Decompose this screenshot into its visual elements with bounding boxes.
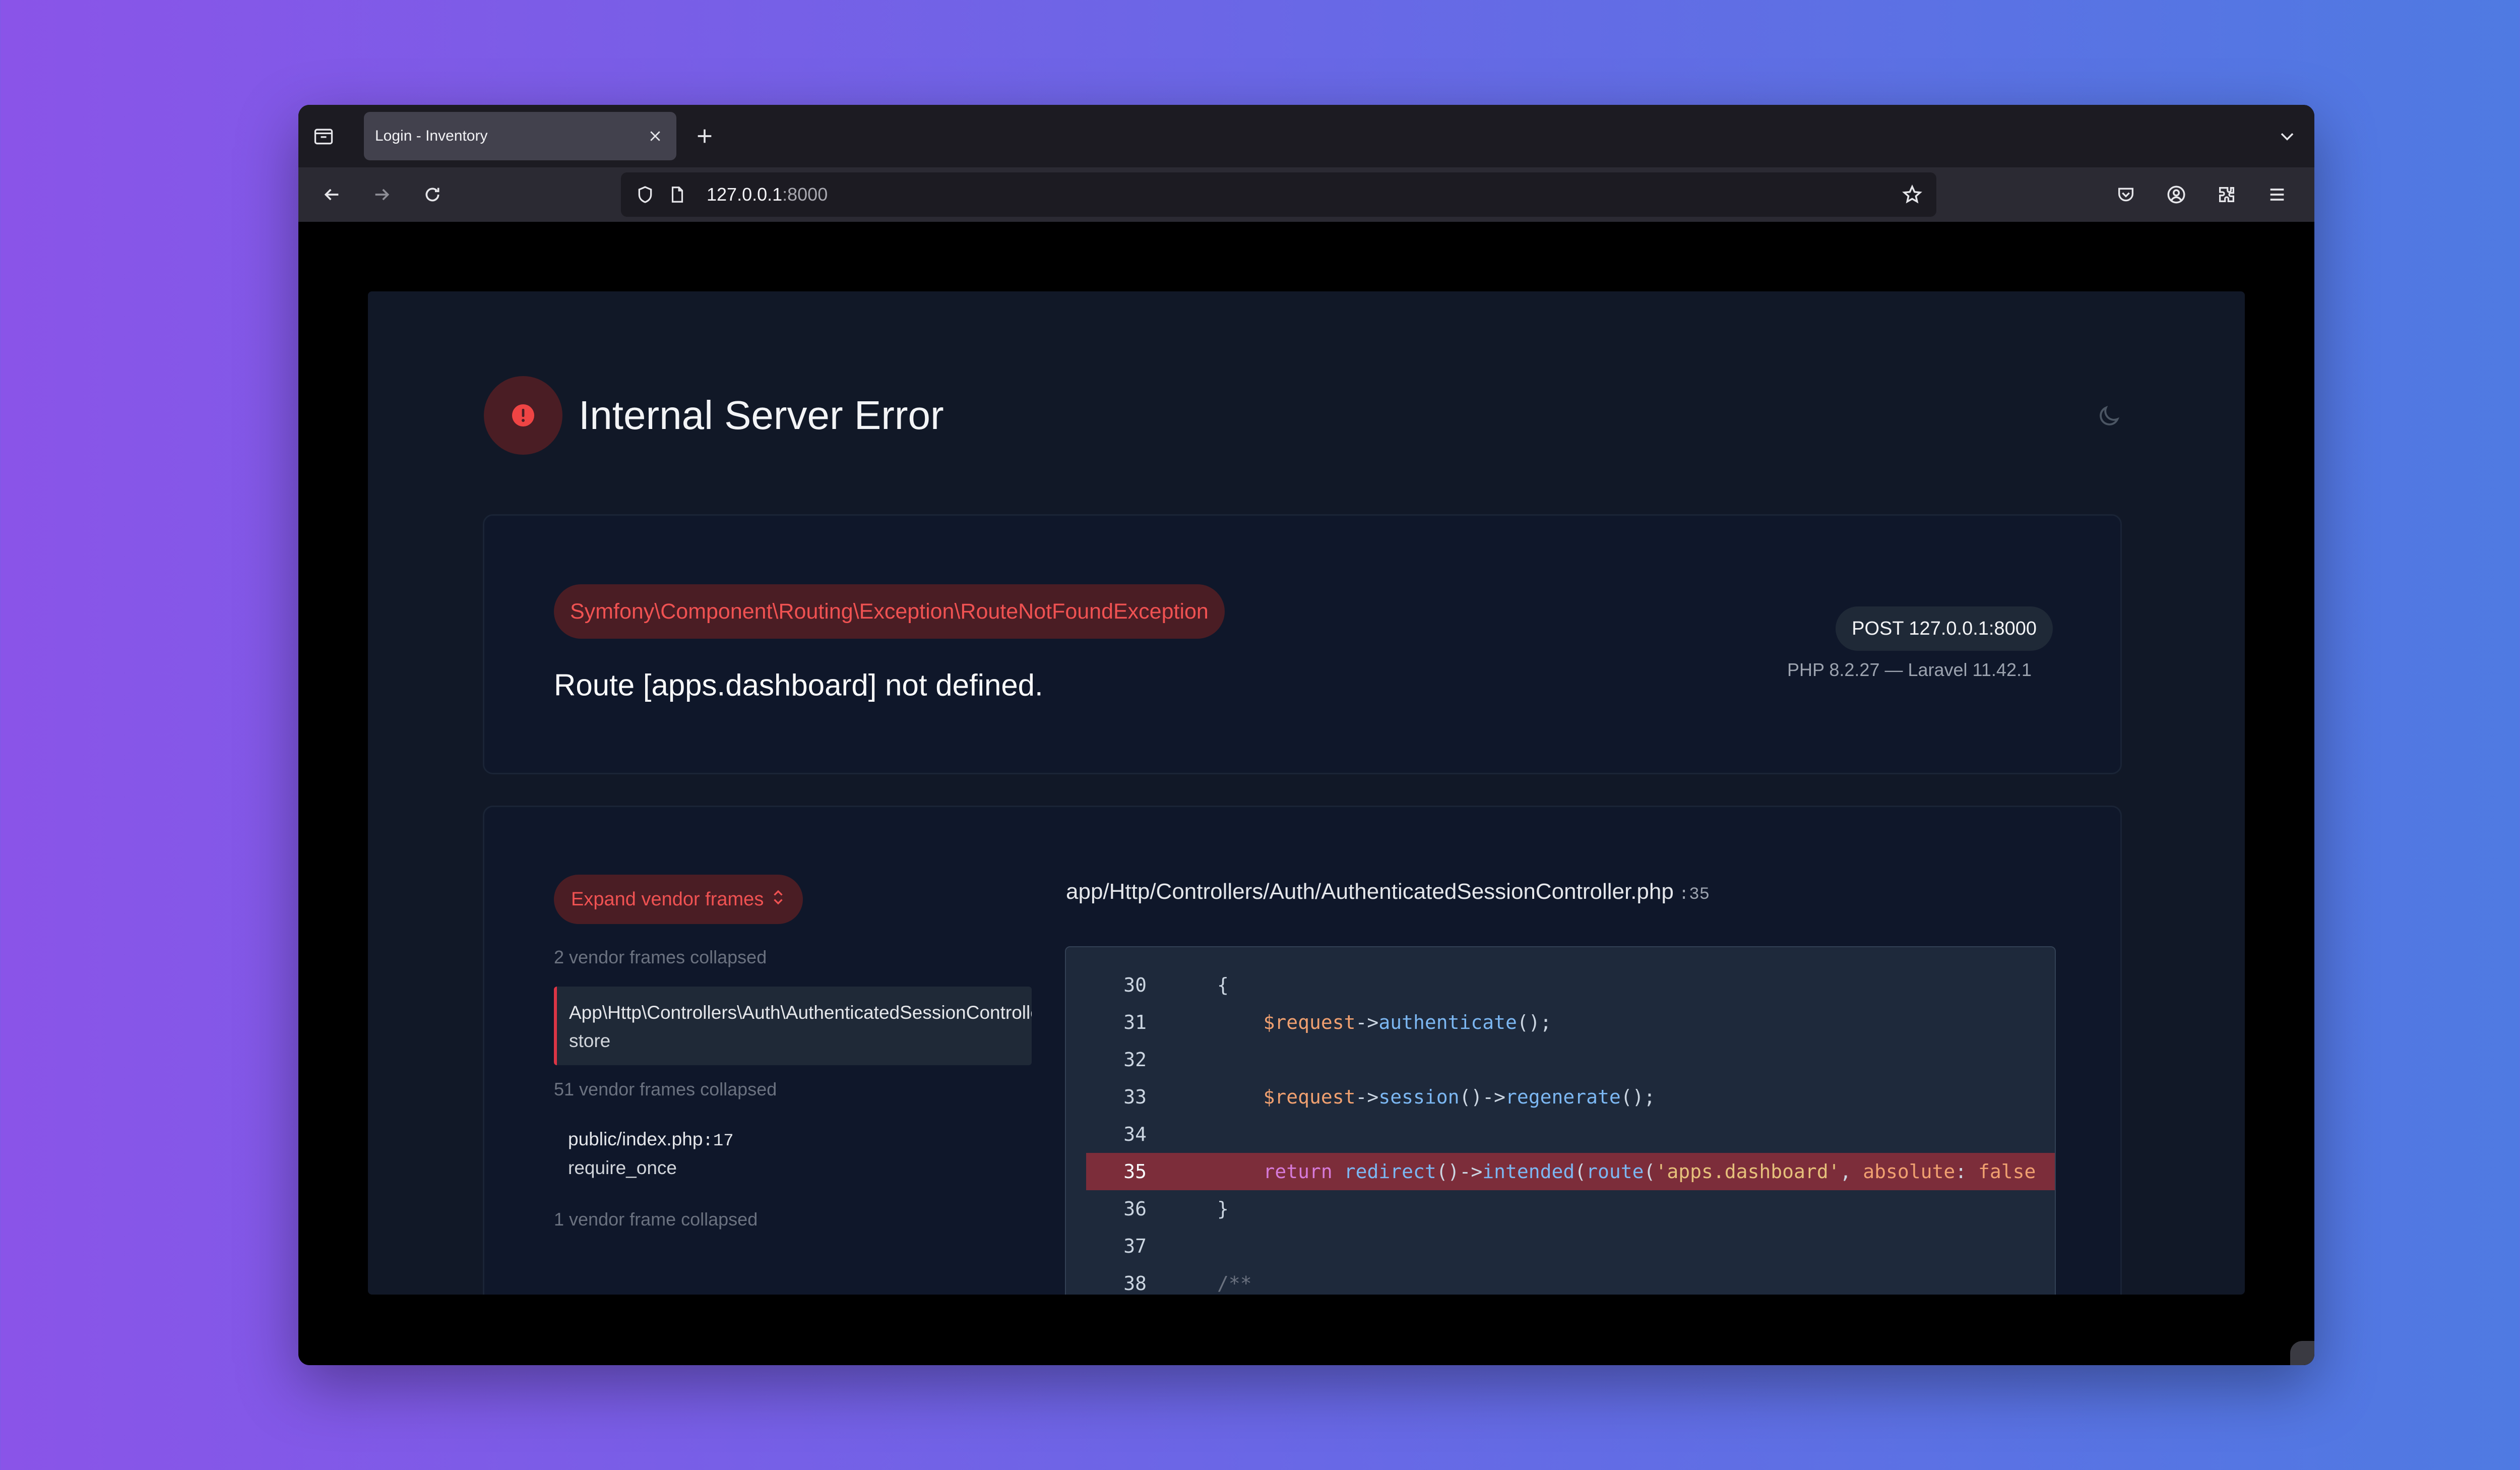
error-page: Internal Server Error Symfony\Component\… — [368, 291, 2245, 1295]
collapsed-frames-label[interactable]: 2 vendor frames collapsed — [554, 947, 767, 968]
url-text[interactable]: 127.0.0.1:8000 — [707, 172, 828, 217]
page-viewport: Internal Server Error Symfony\Component\… — [298, 222, 2314, 1365]
page-title: Internal Server Error — [579, 393, 944, 438]
line-number: 37 — [1123, 1235, 1147, 1257]
line-number: 35 — [1123, 1160, 1147, 1183]
line-code: return redirect()->intended(route('apps.… — [1263, 1160, 2036, 1183]
url-host: 127.0.0.1 — [707, 184, 783, 205]
stack-frame[interactable]: public/index.php:17 require_once — [554, 1128, 1029, 1188]
page-icon[interactable] — [664, 181, 690, 208]
chevron-down-icon[interactable] — [2274, 123, 2300, 149]
expand-vendor-frames-label: Expand vendor frames — [571, 889, 764, 910]
close-tab-icon[interactable] — [643, 124, 667, 148]
collapsed-frames-label[interactable]: 1 vendor frame collapsed — [554, 1209, 758, 1230]
line-number: 32 — [1123, 1049, 1147, 1071]
active-tab[interactable]: Login - Inventory — [364, 112, 676, 160]
line-code: /** — [1217, 1272, 1252, 1295]
tab-overview-icon[interactable] — [310, 123, 337, 149]
code-line-highlighted: 35 return redirect()->intended(route('ap… — [1086, 1153, 2055, 1190]
tab-bar: Login - Inventory — [298, 105, 2314, 167]
extensions-icon[interactable] — [2214, 181, 2240, 208]
expand-vendor-frames-button[interactable]: Expand vendor frames — [554, 875, 803, 924]
code-line: 33 $request->session()->regenerate(); — [1066, 1078, 2055, 1116]
code-line: 30 { — [1066, 966, 2055, 1004]
stack-frame-active[interactable]: App\Http\Controllers\Auth\AuthenticatedS… — [554, 987, 1032, 1065]
line-code: } — [1217, 1198, 1229, 1220]
collapsed-frames-label[interactable]: 51 vendor frames collapsed — [554, 1079, 777, 1100]
line-code: $request->session()->regenerate(); — [1263, 1086, 1656, 1108]
frame-method: require_once — [568, 1157, 677, 1178]
line-number: 31 — [1123, 1011, 1147, 1033]
line-number: 30 — [1123, 974, 1147, 996]
code-line: 37 — [1066, 1228, 2055, 1265]
frame-method: store — [569, 1030, 611, 1051]
frame-file-line: :17 — [703, 1132, 734, 1151]
code-line: 32 — [1066, 1041, 2055, 1078]
frame-class: App\Http\Controllers\Auth\AuthenticatedS… — [569, 1002, 1032, 1023]
tab-title: Login - Inventory — [375, 128, 488, 144]
source-file-name: app/Http/Controllers/Auth/AuthenticatedS… — [1066, 879, 1674, 904]
code-line: 38 /** — [1066, 1265, 2055, 1295]
back-arrow-icon[interactable] — [319, 181, 345, 208]
source-line-number: :35 — [1678, 885, 1710, 904]
code-line: 34 — [1066, 1116, 2055, 1153]
frame-file-path: public/index.php — [568, 1129, 703, 1149]
reload-icon[interactable] — [419, 181, 446, 208]
error-icon — [484, 376, 562, 455]
code-line: 31 $request->authenticate(); — [1066, 1004, 2055, 1041]
account-icon[interactable] — [2163, 181, 2189, 208]
code-line: 36 } — [1066, 1190, 2055, 1228]
environment-info: PHP 8.2.27 — Laravel 11.42.1 — [1787, 659, 2032, 680]
moon-icon[interactable] — [2094, 401, 2124, 432]
browser-window: Login - Inventory 127.0.0.1:8000 Interna… — [298, 105, 2314, 1365]
exception-class-badge: Symfony\Component\Routing\Exception\Rout… — [554, 584, 1225, 639]
hamburger-menu-icon[interactable] — [2264, 181, 2290, 208]
shield-icon[interactable] — [632, 181, 658, 208]
exception-panel: Symfony\Component\Routing\Exception\Rout… — [483, 514, 2122, 774]
resize-grip[interactable] — [2290, 1341, 2314, 1365]
navigation-bar: 127.0.0.1:8000 — [298, 167, 2314, 222]
new-tab-icon[interactable] — [691, 123, 718, 149]
url-port: :8000 — [782, 184, 828, 205]
bookmark-star-icon[interactable] — [1899, 181, 1925, 208]
line-number: 38 — [1123, 1272, 1147, 1295]
stack-trace-panel: Expand vendor frames 2 vendor frames col… — [483, 806, 2122, 1295]
source-file-path: app/Http/Controllers/Auth/AuthenticatedS… — [1066, 879, 1710, 904]
line-code: $request->authenticate(); — [1263, 1011, 1552, 1033]
forward-arrow-icon[interactable] — [369, 181, 395, 208]
frame-file: public/index.php:17 — [568, 1129, 734, 1151]
line-code: { — [1217, 974, 1229, 996]
request-badge: POST 127.0.0.1:8000 — [1836, 606, 2053, 651]
line-number: 34 — [1123, 1123, 1147, 1145]
pocket-icon[interactable] — [2113, 181, 2139, 208]
line-number: 33 — [1123, 1086, 1147, 1108]
line-number: 36 — [1123, 1198, 1147, 1220]
address-bar[interactable]: 127.0.0.1:8000 — [621, 172, 1936, 217]
code-snippet: 30 { 31 $request->authenticate(); 32 33 … — [1065, 946, 2056, 1295]
exception-message: Route [apps.dashboard] not defined. — [554, 668, 1043, 702]
chevron-up-down-icon — [771, 876, 786, 925]
